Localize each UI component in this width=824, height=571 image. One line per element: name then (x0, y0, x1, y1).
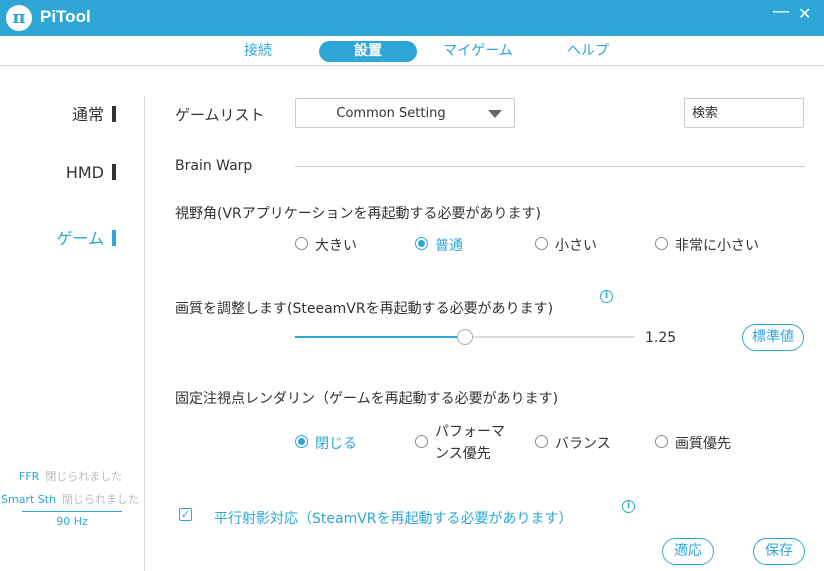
fov-label: 視野角(VRアプリケーションを再起動する必要があります) (175, 206, 541, 222)
ffr-key: FFR (19, 470, 40, 483)
option-label: バランス (555, 436, 611, 452)
radio-icon (415, 435, 428, 448)
sidebar-item-label: ゲーム (56, 229, 104, 248)
chevron-down-icon (488, 110, 502, 118)
smart-value: 閉じられました (62, 493, 140, 506)
option-label-line-2: ンス優先 (435, 446, 491, 462)
smart-key: Smart Sth (1, 493, 57, 506)
minimize-button[interactable]: — (772, 1, 790, 22)
info-icon[interactable]: i (622, 500, 635, 513)
option-label: 普通 (435, 238, 463, 254)
pitool-logo-icon: π (6, 5, 32, 31)
radio-icon (535, 435, 548, 448)
foveated-label: 固定注視点レンダリン（ゲームを再起動する必要があります) (175, 391, 559, 407)
ffr-value: 閉じられました (45, 470, 123, 483)
radio-checked-icon (295, 435, 308, 448)
section-title: Brain Warp (175, 158, 253, 174)
status-divider (22, 511, 122, 512)
radio-icon (655, 435, 668, 448)
sidebar-item-general[interactable]: 通常 (40, 101, 116, 125)
parallel-projection-label: 平行射影対応（SteamVRを再起動する必要があります） (214, 511, 573, 527)
info-icon[interactable]: i (600, 290, 613, 303)
reset-default-button[interactable]: 標準値 (742, 324, 804, 351)
sidebar-item-hmd[interactable]: HMD (40, 163, 116, 182)
search-input[interactable] (684, 98, 804, 128)
sidebar-marker (112, 106, 116, 122)
close-button[interactable]: ✕ (798, 4, 811, 23)
ffr-status: FFR 閉じられました (19, 468, 122, 484)
parallel-projection-checkbox[interactable]: ✓ (179, 508, 192, 521)
sidebar-marker (112, 164, 116, 180)
quality-slider-handle[interactable] (457, 329, 473, 345)
app-title: PiTool (40, 7, 91, 26)
radio-icon (655, 237, 668, 250)
game-select[interactable]: Common Setting (295, 98, 515, 128)
option-label: 画質優先 (675, 436, 731, 452)
sidebar-divider (144, 96, 145, 571)
game-select-value: Common Setting (336, 106, 446, 121)
option-label: 大きい (315, 238, 357, 254)
game-list-label: ゲームリスト (175, 106, 265, 124)
option-label: 非常に小さい (675, 238, 759, 254)
tab-bar: 接続 設置 マイゲーム ヘルプ (0, 36, 824, 66)
radio-checked-icon (415, 237, 428, 250)
save-button[interactable]: 保存 (753, 538, 805, 565)
refresh-rate: 90 Hz (56, 515, 88, 528)
option-label-line-1: パフォーマ (435, 424, 505, 440)
tab-my-games[interactable]: マイゲーム (428, 41, 528, 62)
tab-settings[interactable]: 設置 (319, 41, 417, 62)
sidebar-marker (112, 230, 116, 246)
option-label: パフォーマ ンス優先 (435, 421, 505, 465)
quality-label: 画質を調整します(SteeamVRを再起動する必要があります) (175, 301, 554, 317)
quality-value: 1.25 (645, 330, 677, 346)
option-label: 閉じる (315, 436, 357, 452)
section-divider (295, 166, 805, 167)
tab-help[interactable]: ヘルプ (552, 41, 624, 62)
quality-slider-fill (295, 336, 465, 338)
sidebar-item-label: HMD (65, 163, 104, 182)
sidebar-item-label: 通常 (71, 105, 104, 124)
option-label: 小さい (555, 238, 597, 254)
radio-icon (535, 237, 548, 250)
title-bar: π PiTool — ✕ (0, 0, 824, 36)
sidebar-item-game[interactable]: ゲーム (40, 225, 116, 249)
smart-smoothing-status: Smart Sth 閉じられました (1, 491, 139, 507)
apply-button[interactable]: 適応 (662, 538, 714, 565)
radio-icon (295, 237, 308, 250)
tab-connection[interactable]: 接続 (228, 41, 288, 62)
